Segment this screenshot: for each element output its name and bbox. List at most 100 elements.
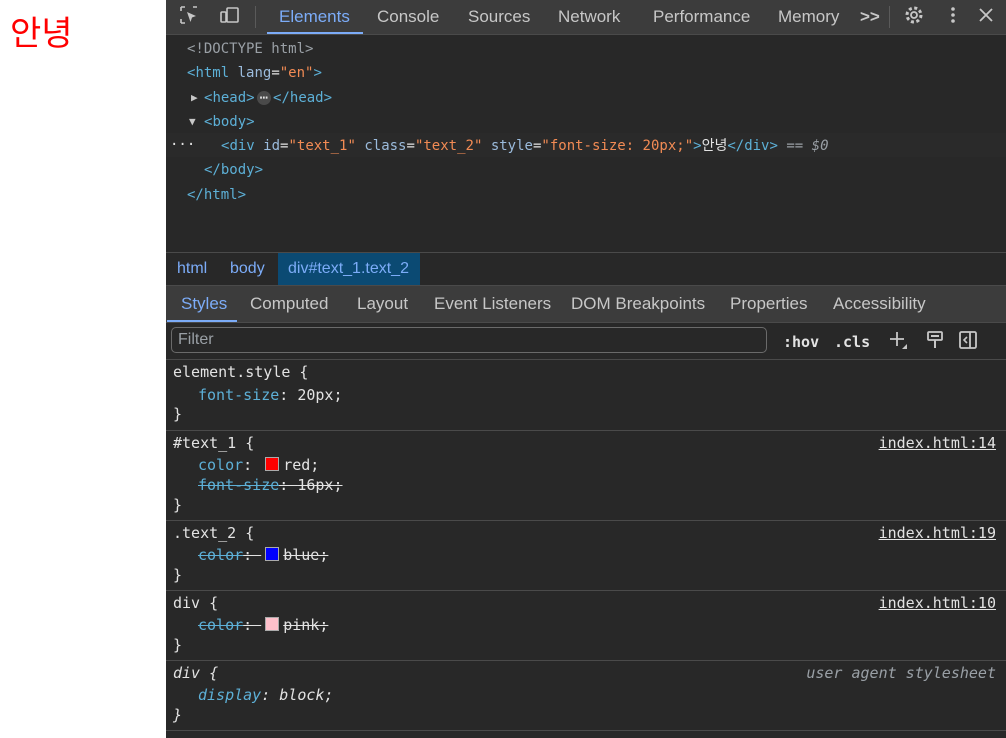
property-name: color [198, 546, 244, 564]
tab-memory[interactable]: Memory [766, 0, 851, 34]
body-node[interactable]: <body> [204, 111, 255, 133]
property-value: pink; [283, 616, 329, 634]
property-name: color [198, 456, 244, 474]
node-actions-dots-icon[interactable]: ··· [170, 134, 195, 156]
tab-event-listeners[interactable]: Event Listeners [420, 286, 565, 322]
breadcrumb-html[interactable]: html [167, 253, 217, 285]
lang-attr: lang [237, 65, 272, 81]
class-value: "text_2" [414, 138, 483, 154]
toolbar-divider-2 [889, 6, 890, 28]
property-name: color [198, 616, 244, 634]
declaration-font-size-overridden[interactable]: font-size: 16px; [198, 475, 343, 496]
tab-elements[interactable]: Elements [267, 0, 363, 34]
rendering-paint-icon[interactable] [923, 329, 947, 353]
body-close-tag: body [220, 162, 255, 178]
rule-close-brace: } [173, 636, 183, 654]
declaration-color-overridden[interactable]: color: blue; [198, 545, 328, 566]
tab-performance[interactable]: Performance [641, 0, 762, 34]
rule-selector[interactable]: .text_2 { [173, 523, 254, 544]
breadcrumb: html body div#text_1.text_2 [166, 252, 1006, 286]
rule-text-1: #text_1 { index.html:14 color: red; font… [166, 431, 1006, 521]
tab-network[interactable]: Network [546, 0, 632, 34]
rule-selector[interactable]: div { [173, 663, 218, 684]
property-value: 16px; [297, 476, 343, 494]
rule-close-brace: } [173, 405, 183, 423]
tab-properties[interactable]: Properties [716, 286, 821, 322]
tab-accessibility[interactable]: Accessibility [819, 286, 940, 322]
html-tag: html [195, 65, 230, 81]
tab-layout[interactable]: Layout [343, 286, 422, 322]
expand-head-arrow-icon[interactable]: ▶ [191, 87, 198, 109]
rule-source-link[interactable]: index.html:14 [879, 433, 996, 454]
lang-value: "en" [279, 65, 314, 81]
rule-close-brace: } [173, 566, 183, 584]
body-close-node[interactable]: </body> [204, 159, 263, 181]
head-close-tag: head [289, 90, 324, 106]
more-options-icon[interactable] [941, 4, 965, 28]
id-attr: id [263, 138, 281, 154]
head-node[interactable]: <head> ⋯ </head> [204, 87, 332, 109]
rule-source-link[interactable]: index.html:19 [879, 523, 996, 544]
rule-div: div { index.html:10 color: pink; } [166, 591, 1006, 661]
tab-computed[interactable]: Computed [236, 286, 342, 322]
settings-gear-icon[interactable] [902, 4, 926, 28]
property-value: blue; [283, 546, 329, 564]
user-agent-stylesheet-label: user agent stylesheet [806, 664, 996, 682]
rule-div-user-agent: div { user agent stylesheet display: blo… [166, 661, 1006, 731]
collapsed-ellipsis-icon[interactable]: ⋯ [256, 91, 272, 105]
selected-node-marker: == $0 [786, 138, 829, 154]
html-node[interactable]: <html lang="en"> [187, 62, 322, 84]
head-tag: head [212, 90, 247, 106]
div-tag: div [229, 138, 255, 154]
inspect-element-icon[interactable] [177, 4, 201, 28]
collapse-body-arrow-icon[interactable]: ▼ [189, 111, 196, 133]
tab-sources[interactable]: Sources [456, 0, 542, 34]
declaration-color[interactable]: color: red; [198, 455, 319, 476]
property-name: font-size [198, 386, 280, 404]
declaration-font-size[interactable]: font-size: 20px; [198, 385, 343, 406]
body-tag: body [212, 114, 247, 130]
sidebar-tabs: Styles Computed Layout Event Listeners D… [166, 286, 1006, 323]
tab-styles[interactable]: Styles [167, 286, 237, 322]
color-swatch-red[interactable] [265, 457, 280, 471]
rule-selector[interactable]: #text_1 { [173, 433, 254, 454]
property-value: block; [279, 686, 334, 704]
rule-close-brace: } [173, 706, 183, 724]
html-close-node[interactable]: </html> [187, 184, 246, 206]
rule-source-link[interactable]: index.html:10 [879, 593, 996, 614]
class-toggle-button[interactable]: .cls [834, 331, 870, 353]
class-attr: class [364, 138, 407, 154]
declaration-display[interactable]: display: block; [198, 685, 333, 706]
tab-console[interactable]: Console [365, 0, 451, 34]
style-value: "font-size: 20px;" [541, 138, 694, 154]
new-style-rule-icon[interactable] [886, 329, 910, 353]
styles-filter-bar: :hov .cls [166, 323, 1006, 360]
tab-dom-breakpoints[interactable]: DOM Breakpoints [557, 286, 719, 322]
close-icon[interactable] [974, 4, 998, 28]
rule-selector[interactable]: element.style { [173, 362, 308, 383]
filter-input[interactable] [171, 327, 767, 353]
toolbar-divider [255, 6, 256, 28]
breadcrumb-div-selected[interactable]: div#text_1.text_2 [278, 253, 420, 285]
style-attr: style [490, 138, 533, 154]
div-node-selected[interactable]: <div id="text_1" class="text_2" style="f… [221, 135, 829, 157]
hover-state-button[interactable]: :hov [783, 331, 819, 353]
device-toolbar-icon[interactable] [218, 4, 242, 28]
page-text-hello: 안녕 [10, 14, 73, 54]
color-swatch-pink[interactable] [265, 617, 280, 631]
doctype-line[interactable]: <!DOCTYPE html> [187, 38, 313, 60]
color-swatch-blue[interactable] [265, 547, 280, 561]
rule-text-2: .text_2 { index.html:19 color: blue; } [166, 521, 1006, 591]
devtools-toolbar: Elements Console Sources Network Perform… [166, 0, 1006, 35]
declaration-color-overridden[interactable]: color: pink; [198, 615, 328, 636]
html-close-tag: html [203, 187, 238, 203]
rule-selector[interactable]: div { [173, 593, 218, 614]
property-value: 20px; [297, 386, 343, 404]
breadcrumb-body[interactable]: body [220, 253, 275, 285]
property-value: red; [283, 456, 320, 474]
id-value: "text_1" [288, 138, 356, 154]
toggle-sidebar-icon[interactable] [956, 329, 980, 353]
property-name: display [198, 686, 262, 704]
div-close-tag: div [744, 138, 770, 154]
more-tabs-button[interactable]: >> [848, 0, 882, 34]
